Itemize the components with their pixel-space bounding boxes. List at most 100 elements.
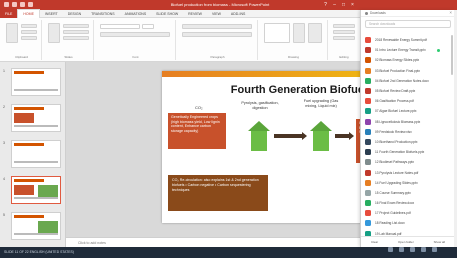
tab-transitions[interactable]: TRANSITIONS bbox=[86, 10, 120, 18]
cut-button[interactable] bbox=[21, 24, 37, 28]
left-info-box[interactable]: Genetically Engineered crops (high bioma… bbox=[168, 113, 226, 149]
thumbnail-text-line bbox=[14, 89, 58, 91]
sorter-view-icon[interactable] bbox=[410, 247, 415, 252]
group-label-paragraph: Paragraph bbox=[210, 55, 225, 59]
thumbnail-box bbox=[14, 185, 34, 195]
close-icon[interactable]: × bbox=[449, 10, 452, 15]
slide-thumbnail-selected[interactable]: 4 bbox=[3, 176, 61, 204]
normal-view-icon[interactable] bbox=[399, 247, 404, 252]
slide-thumbnail[interactable]: 5 bbox=[3, 212, 61, 240]
tab-add-ins[interactable]: ADD-INS bbox=[226, 10, 250, 18]
thumbnail-number: 3 bbox=[3, 141, 5, 145]
list-item[interactable]: 11 Fourth Generation Biofuels.pptx bbox=[361, 147, 455, 157]
font-size-select[interactable] bbox=[142, 24, 154, 29]
list-item[interactable]: 17 Project Guidelines.pdf bbox=[361, 208, 455, 218]
reset-button[interactable] bbox=[63, 30, 89, 34]
close-icon[interactable]: × bbox=[348, 0, 357, 10]
slide-thumbnail[interactable]: 3 bbox=[3, 140, 61, 168]
window-titlebar: Biofuel production from biomass - Micros… bbox=[0, 0, 457, 10]
file-icon bbox=[365, 210, 371, 217]
clear-button[interactable]: Clear bbox=[371, 240, 378, 244]
list-item[interactable]: 08 Lignocellulosic Biomass.pptx bbox=[361, 117, 455, 127]
shapes-gallery[interactable] bbox=[264, 23, 290, 43]
slide-title[interactable]: Fourth Generation Biofuels bbox=[222, 84, 382, 96]
select-button[interactable] bbox=[333, 36, 355, 40]
downloads-panel: Downloads × 2018 Renewable Energy Summit… bbox=[360, 10, 455, 247]
thumbnail-text-line bbox=[14, 161, 58, 163]
tab-insert[interactable]: INSERT bbox=[40, 10, 63, 18]
minimize-icon[interactable]: – bbox=[330, 0, 339, 10]
downloads-list: 2018 Renewable Energy Summit.pdf 01 Intro… bbox=[361, 35, 455, 239]
list-item[interactable]: 06 Gasification Process.pdf bbox=[361, 96, 455, 106]
slide-thumbnail[interactable]: 1 bbox=[3, 68, 61, 96]
redo-icon[interactable] bbox=[20, 2, 25, 7]
list-item[interactable]: 13 Pyrolysis Lecture Notes.pdf bbox=[361, 167, 455, 177]
list-item[interactable]: 16 Final Exam Review.docx bbox=[361, 198, 455, 208]
notes-view-icon[interactable] bbox=[388, 247, 393, 252]
layout-button[interactable] bbox=[63, 24, 89, 28]
tab-animations[interactable]: ANIMATIONS bbox=[120, 10, 152, 18]
ribbon-group-paragraph: Paragraph bbox=[178, 20, 258, 60]
list-item[interactable]: 07 Algae Biofuel Lecture.pptx bbox=[361, 106, 455, 116]
list-item[interactable]: 02 Biomass Energy Slides.pptx bbox=[361, 55, 455, 65]
notes-pane[interactable]: Click to add notes bbox=[66, 237, 360, 247]
list-buttons[interactable] bbox=[182, 24, 252, 29]
thumbnail-text-line bbox=[14, 233, 58, 235]
zoom-slider-icon[interactable] bbox=[432, 247, 437, 252]
list-item-label: 15 Course Summary.pptx bbox=[375, 190, 411, 195]
file-icon bbox=[365, 138, 371, 145]
fuel-upgrading-label: Fuel upgrading (Gas mixing, Liquid mix) bbox=[303, 99, 339, 108]
reading-view-icon[interactable] bbox=[421, 247, 426, 252]
list-item[interactable]: 14 Fuel Upgrading Slides.pptx bbox=[361, 178, 455, 188]
section-button[interactable] bbox=[63, 36, 89, 40]
tab-file[interactable]: FILE bbox=[0, 9, 18, 18]
maximize-icon[interactable]: □ bbox=[339, 0, 348, 10]
tab-design[interactable]: DESIGN bbox=[63, 10, 86, 18]
new-slide-button[interactable] bbox=[48, 23, 60, 43]
align-buttons[interactable] bbox=[182, 32, 252, 37]
list-item[interactable]: 03 Biofuel Production Final.pptx bbox=[361, 66, 455, 76]
file-icon bbox=[365, 98, 371, 105]
list-item[interactable]: 04 Biofuel 2nd Generation Notes.docx bbox=[361, 76, 455, 86]
tab-review[interactable]: REVIEW bbox=[183, 10, 207, 18]
thumbnail-box bbox=[14, 113, 34, 123]
undo-icon[interactable] bbox=[12, 2, 17, 7]
arrange-button[interactable] bbox=[293, 23, 305, 43]
panel-header: Downloads × bbox=[361, 10, 455, 17]
help-icon[interactable]: ? bbox=[321, 0, 330, 10]
downloads-search-input[interactable] bbox=[365, 20, 451, 28]
list-item[interactable]: 05 Biofuel Review Draft.pptx bbox=[361, 86, 455, 96]
find-button[interactable] bbox=[333, 24, 355, 28]
list-item[interactable]: 15 Course Summary.pptx bbox=[361, 188, 455, 198]
list-item[interactable]: 2018 Renewable Energy Summit.pdf bbox=[361, 35, 455, 45]
font-family-select[interactable] bbox=[100, 24, 140, 29]
list-item[interactable]: 18 Reading List.docx bbox=[361, 218, 455, 228]
thumbnail-house bbox=[38, 185, 58, 197]
copy-button[interactable] bbox=[21, 30, 37, 34]
tab-home[interactable]: HOME bbox=[17, 9, 40, 18]
quick-styles-button[interactable] bbox=[308, 23, 322, 43]
co2-label: CO₂ bbox=[195, 105, 203, 110]
paste-button[interactable] bbox=[6, 23, 18, 43]
status-left: SLIDE 11 OF 22 ENGLISH (UNITED STATES) bbox=[4, 250, 74, 254]
tab-slide-show[interactable]: SLIDE SHOW bbox=[151, 10, 183, 18]
replace-button[interactable] bbox=[333, 30, 355, 34]
window-controls: ? – □ × bbox=[321, 0, 357, 10]
file-icon bbox=[365, 189, 371, 196]
tab-view[interactable]: VIEW bbox=[207, 10, 226, 18]
slideshow-start-icon[interactable] bbox=[28, 2, 33, 7]
bottom-info-box[interactable]: CO₂ Re-circulation: also explains 1st & … bbox=[168, 175, 268, 211]
list-item[interactable]: 10 Bioethanol Production.pptx bbox=[361, 137, 455, 147]
slide-editing-canvas[interactable]: Fourth Generation Biofuels CO₂ Genetical… bbox=[66, 62, 424, 247]
format-painter-button[interactable] bbox=[21, 36, 37, 40]
file-icon bbox=[365, 220, 371, 227]
slide-thumbnail[interactable]: 2 bbox=[3, 104, 61, 132]
list-item[interactable]: 09 Feedstock Review.xlsx bbox=[361, 127, 455, 137]
list-item[interactable]: 12 Biodiesel Pathways.pptx bbox=[361, 157, 455, 167]
open-folder-button[interactable]: Open folder bbox=[398, 240, 414, 244]
list-item-label: 17 Project Guidelines.pdf bbox=[375, 211, 411, 216]
font-format-buttons[interactable] bbox=[100, 32, 170, 37]
list-item[interactable]: 01 Intro Lecture Energy Transit.pptx bbox=[361, 45, 455, 55]
show-all-button[interactable]: Show all bbox=[434, 240, 445, 244]
save-icon[interactable] bbox=[4, 2, 9, 7]
